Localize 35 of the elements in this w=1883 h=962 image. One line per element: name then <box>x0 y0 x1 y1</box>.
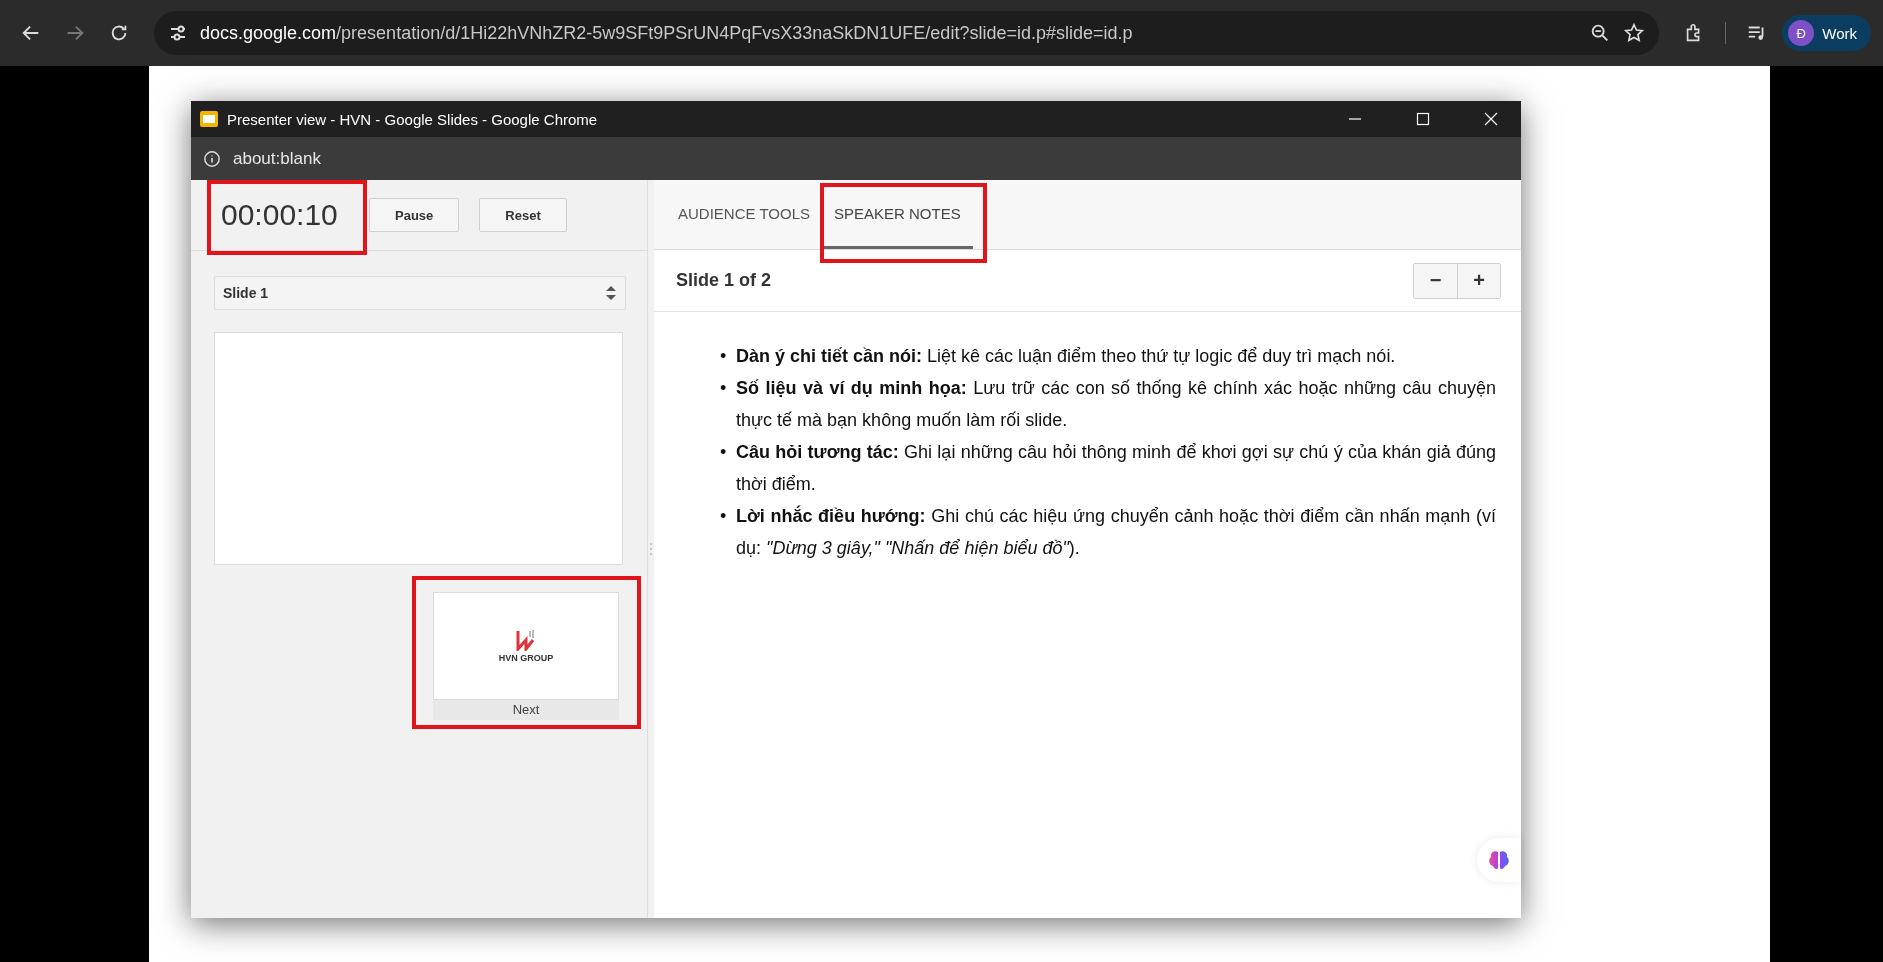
zoom-button[interactable]: − <box>1414 263 1457 298</box>
zoom-button[interactable]: + <box>1457 263 1500 298</box>
tab[interactable]: SPEAKER NOTES <box>822 180 973 249</box>
timer-button[interactable]: Pause <box>369 198 460 232</box>
notes-header: Slide 1 of 2 <box>676 270 772 291</box>
profile-button[interactable]: Đ Work <box>1782 15 1871 51</box>
site-settings-icon[interactable] <box>168 23 188 43</box>
slide-select[interactable]: Slide 1 <box>214 276 626 310</box>
timer-button[interactable]: Reset <box>479 198 567 232</box>
note-text: Câu hỏi tương tác: Ghi lại những câu hỏi thông minh để khơi gợi sự chú ý của khán giả đúng thời điểm. <box>736 441 1496 496</box>
url-text: docs.google.com/presentation/d/1Hi22hVNhZR2-5w9SFt9PSrUN4PqFvsX33naSkDN1UFE/edit?slide=id.p#slide=id.p <box>200 22 1134 44</box>
bullet: • <box>720 505 728 528</box>
timer: 00:00:10 <box>221 198 339 232</box>
slides-icon <box>199 109 219 129</box>
brain-icon <box>1488 850 1510 870</box>
splitter-grip-icon[interactable] <box>649 542 653 556</box>
sort-arrows-icon <box>605 285 617 301</box>
assistant-button[interactable] <box>1477 838 1521 882</box>
address-bar[interactable]: docs.google.com/presentation/d/1Hi22hVNhZR2-5w9SFt9PSrUN4PqFvsX33naSkDN1UFE/edit?slide=id.p#slide=id.p <box>154 11 1660 55</box>
info-icon[interactable] <box>203 149 221 168</box>
star-icon[interactable] <box>1623 22 1646 44</box>
window-title: Presenter view - HVN - Google Slides - Google Chrome <box>227 110 599 128</box>
bullet: • <box>720 377 728 400</box>
logo-icon <box>516 629 536 651</box>
address-text: about:blank <box>233 148 321 169</box>
next-label: Next <box>433 700 619 720</box>
note-text: Dàn ý chi tiết cần nói: Liệt kê các luận điểm theo thứ tự logic để duy trì mạch nói. <box>736 345 1397 368</box>
bullet: • <box>720 441 728 464</box>
note-text: Lời nhắc điều hướng: Ghi chú các hiệu ứng chuyển cảnh hoặc thời điểm cần nhấn mạnh (ví dụ: "Dừng 3 giây," "Nhấn để hiện biểu đồ"). <box>736 504 1496 560</box>
next-slide-thumbnail[interactable]: HVN GROUP <box>433 592 619 700</box>
tab[interactable]: AUDIENCE TOOLS <box>666 180 822 249</box>
bullet: • <box>720 345 728 368</box>
note-text: Số liệu và ví dụ minh họa: Lưu trữ các con số thống kê chính xác hoặc những câu chuyện thực tế mà bạn không muốn làm rối slide. <box>736 377 1496 432</box>
logo-text: HVN GROUP <box>498 653 554 663</box>
avatar: Đ <box>1788 20 1815 46</box>
